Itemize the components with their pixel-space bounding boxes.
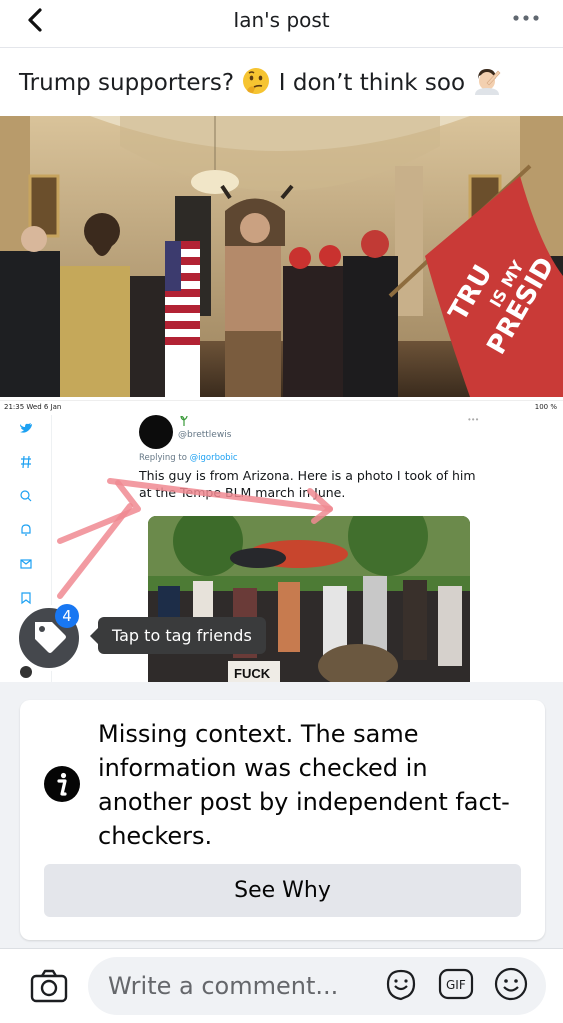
- post-photo[interactable]: TRU IS MY PRESID: [0, 116, 563, 397]
- more-dots-icon[interactable]: [511, 8, 541, 28]
- tweet-photo: FUCK: [148, 516, 470, 682]
- fact-check-card: Missing context. The same information wa…: [20, 700, 545, 940]
- see-why-button[interactable]: See Why: [44, 864, 521, 917]
- search-icon: [20, 490, 32, 502]
- replying-prefix: Replying to: [139, 453, 190, 463]
- thinking-face-emoji-icon: [243, 68, 270, 94]
- post-text: Trump supporters? I don’t think soo: [19, 66, 502, 96]
- tag-count-badge: 4: [55, 604, 79, 628]
- camera-icon[interactable]: [30, 969, 68, 1003]
- replying-handle: @igorbobic: [189, 453, 238, 463]
- comment-input[interactable]: [88, 957, 546, 1015]
- post-text-part1: Trump supporters?: [19, 70, 235, 96]
- status-battery: 100 %: [534, 403, 557, 411]
- tweet-more-dots: •••: [468, 415, 480, 424]
- emoji-icon[interactable]: [493, 966, 529, 1002]
- sticker-icon[interactable]: [383, 966, 419, 1002]
- twitter-bird-icon: [20, 423, 32, 433]
- tweet-text: This guy is from Arizona. Here is a phot…: [139, 468, 476, 500]
- tag-friends-tooltip[interactable]: Tap to tag friends: [90, 617, 266, 654]
- man-facepalming-emoji-icon: [475, 69, 501, 95]
- page-title: Ian's post: [233, 8, 330, 32]
- post-text-part2: I don’t think soo: [278, 70, 466, 96]
- capitol-crowd-image: TRU IS MY PRESID: [0, 116, 563, 397]
- leaf-icon: [180, 416, 188, 426]
- gif-icon[interactable]: GIF: [438, 966, 474, 1002]
- tweet-screenshot-image[interactable]: 21:35 Wed 6 Jan 100 % @brettlewis ••• Re…: [0, 400, 563, 682]
- header: Ian's post: [0, 0, 563, 48]
- mail-icon: [20, 559, 32, 569]
- comment-bar: GIF: [0, 948, 563, 1023]
- info-icon: [44, 766, 80, 802]
- tweet-handle: @brettlewis: [178, 430, 232, 440]
- bell-icon: [21, 524, 31, 536]
- tweet-avatar: [139, 415, 173, 449]
- status-time: 21:35 Wed 6 Jan: [4, 403, 62, 411]
- tweet-replying-to: Replying to @igorbobic: [139, 453, 238, 463]
- hashtag-icon: [21, 455, 31, 469]
- bookmark-icon: [21, 592, 31, 605]
- sign-text: FUCK: [234, 666, 271, 681]
- svg-text:GIF: GIF: [446, 978, 466, 992]
- fact-check-text: Missing context. The same information wa…: [98, 720, 510, 850]
